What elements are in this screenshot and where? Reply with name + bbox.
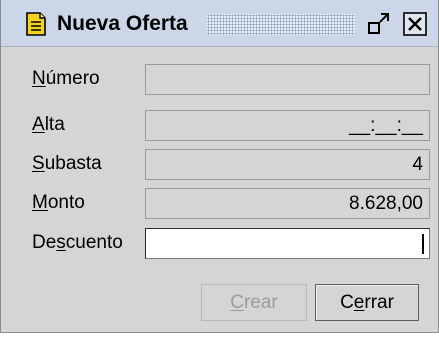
text-caret [422, 234, 424, 254]
descuento-label-pre: De [32, 232, 57, 253]
restore-icon[interactable] [366, 11, 392, 37]
descuento-label-mnemonic: s [56, 232, 66, 253]
alta-label-mnemonic: A [32, 114, 45, 135]
cerrar-button-pre: C [340, 292, 354, 313]
descuento-label: Descuento [32, 231, 123, 255]
subasta-label: Subasta [32, 152, 102, 176]
document-icon [26, 12, 46, 36]
numero-label-text: úmero [45, 68, 100, 89]
monto-label-text: onto [47, 192, 85, 213]
subasta-label-mnemonic: S [32, 153, 45, 174]
alta-label-text: lta [44, 114, 65, 135]
cerrar-button[interactable]: Cerrar [315, 284, 419, 321]
crear-button-mnemonic: C [230, 292, 244, 313]
numero-label: Número [32, 67, 100, 91]
crear-button-text: rear [243, 292, 278, 313]
alta-label: Alta [32, 113, 65, 137]
title-bar[interactable]: Nueva Oferta [1, 0, 438, 47]
numero-field[interactable] [145, 64, 430, 95]
descuento-input[interactable] [145, 228, 430, 259]
window-title: Nueva Oferta [57, 12, 188, 35]
internal-frame-window: Nueva Oferta Número Alta __:__:__ Subast… [0, 0, 439, 333]
monto-label-mnemonic: M [32, 192, 48, 213]
cerrar-button-mnemonic: e [353, 292, 365, 313]
title-bar-grip [207, 14, 355, 35]
crear-button[interactable]: Crear [201, 284, 307, 321]
alta-field[interactable]: __:__:__ [145, 110, 430, 141]
monto-label: Monto [32, 191, 85, 215]
subasta-label-text: ubasta [44, 153, 102, 174]
descuento-label-text: cuento [65, 232, 123, 253]
subasta-field[interactable]: 4 [145, 149, 430, 180]
numero-label-mnemonic: N [32, 68, 46, 89]
cerrar-button-text: rrar [364, 292, 394, 313]
monto-field[interactable]: 8.628,00 [145, 188, 430, 219]
close-icon[interactable] [402, 11, 428, 37]
